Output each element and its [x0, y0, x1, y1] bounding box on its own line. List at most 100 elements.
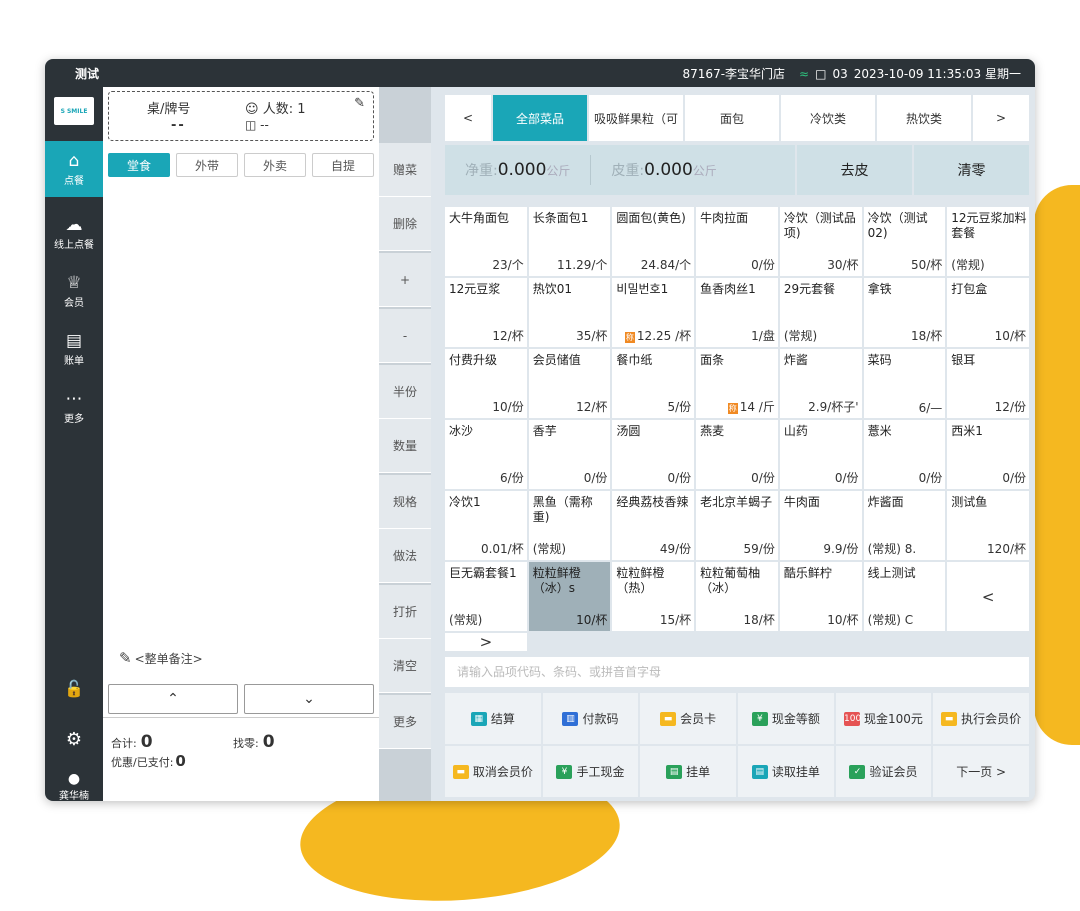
function-button[interactable]: ▥ 付款码 — [542, 693, 639, 744]
product-tile[interactable]: 冷饮（测试品项) 30/杯 — [779, 207, 862, 276]
function-button[interactable]: ▬ 取消会员价 — [445, 746, 541, 797]
product-search-input[interactable] — [455, 664, 1029, 680]
product-price-value: 0/份 — [667, 471, 692, 485]
scroll-up-button[interactable]: ⌃ — [108, 684, 238, 714]
product-page-next-button[interactable]: > — [445, 633, 527, 651]
gift-item-button[interactable]: 赠菜 — [379, 143, 431, 197]
nav-item-order[interactable]: ⌂ 点餐 — [45, 141, 103, 197]
product-tile[interactable]: 薏米 0/份 — [863, 420, 946, 489]
more-actions-button[interactable]: 更多 — [379, 695, 431, 749]
user-profile[interactable]: ● 龚华楠 — [45, 771, 103, 801]
product-tile[interactable]: 冰沙 6/份 — [445, 420, 527, 489]
discount-button[interactable]: 打折 — [379, 585, 431, 639]
product-tile[interactable]: 牛肉面 9.9/份 — [779, 491, 862, 560]
product-tile[interactable]: 粒粒葡萄柚（冰） 18/杯 — [696, 562, 778, 631]
product-tile[interactable]: 会员储值 12/杯 — [528, 349, 611, 418]
spec-button[interactable]: 规格 — [379, 475, 431, 529]
function-button[interactable]: ¥ 手工现金 — [542, 746, 639, 797]
clear-button[interactable]: 清空 — [379, 639, 431, 693]
nav-item-bill[interactable]: ▤ 账单 — [45, 321, 103, 377]
tab-next-button[interactable]: > — [973, 95, 1029, 141]
zero-button[interactable]: 清零 — [914, 145, 1029, 195]
nav-item-more[interactable]: ⋯ 更多 — [45, 379, 103, 435]
product-tile[interactable]: 燕麦 0/份 — [696, 420, 778, 489]
product-tile[interactable]: 测试鱼 120/杯 — [947, 491, 1029, 560]
product-tile[interactable]: 面条称 14 /斤 — [696, 349, 778, 418]
function-button[interactable]: 下一页 > — [933, 746, 1029, 797]
product-tile[interactable]: 巨无霸套餐1 (常规) — [445, 562, 527, 631]
top-bar: 测试 87167-李宝华门店 ≈ □ 03 2023-10-09 11:35:0… — [45, 59, 1035, 87]
product-tile[interactable]: 菜码 6/— — [863, 349, 946, 418]
product-price-value: 12/杯 — [492, 329, 524, 343]
seat-value: -- — [260, 118, 269, 132]
product-tile[interactable]: 打包盒 10/杯 — [947, 278, 1029, 347]
cooking-method-button[interactable]: 做法 — [379, 529, 431, 583]
function-button[interactable]: ▤ 挂单 — [640, 746, 736, 797]
product-tile[interactable]: 大牛角面包 23/个 — [445, 207, 527, 276]
product-page-prev-button[interactable]: < — [947, 562, 1029, 631]
product-price: 1/盘 — [751, 327, 775, 344]
product-tile[interactable]: 牛肉拉面 0/份 — [696, 207, 778, 276]
tare-button[interactable]: 去皮 — [797, 145, 912, 195]
product-tile[interactable]: 拿铁 18/杯 — [863, 278, 946, 347]
function-button[interactable]: ▦ 结算 — [445, 693, 541, 744]
tab-prev-button[interactable]: < — [445, 95, 491, 141]
tab-all-items[interactable]: 全部菜品 — [493, 95, 587, 141]
function-button[interactable]: ▬ 会员卡 — [640, 693, 736, 744]
function-button[interactable]: ✓ 验证会员 — [835, 746, 932, 797]
product-tile[interactable]: 29元套餐 (常规) — [779, 278, 862, 347]
delete-button[interactable]: 删除 — [379, 197, 431, 251]
product-tile[interactable]: 炸酱面 (常规) 8. — [863, 491, 946, 560]
product-tile[interactable]: 粒粒鲜橙（冰）s 10/杯 — [528, 562, 611, 631]
decrease-button[interactable]: - — [379, 309, 431, 363]
function-button[interactable]: ¥ 现金等额 — [737, 693, 834, 744]
table-info-box[interactable]: 桌/牌号 -- ☺ 人数: 1 ◫ -- ✎ — [108, 91, 374, 141]
product-tile[interactable]: 付费升级 10/份 — [445, 349, 527, 418]
product-tile[interactable]: 香芋 0/份 — [528, 420, 611, 489]
product-tile[interactable]: 线上测试 (常规) C — [863, 562, 946, 631]
nav-item-online-order[interactable]: ☁ 线上点餐 — [45, 205, 103, 261]
product-tile[interactable]: 老北京羊蝎子 59/份 — [696, 491, 778, 560]
product-tile[interactable]: 长条面包1 11.29/个 — [528, 207, 611, 276]
nav-item-member[interactable]: ♕ 会员 — [45, 263, 103, 319]
edit-icon[interactable]: ✎ — [354, 96, 365, 111]
product-tile[interactable]: 汤圆 0/份 — [612, 420, 695, 489]
tab-bread[interactable]: 面包 — [685, 95, 779, 141]
product-tile[interactable]: 经典荔枝香辣 49/份 — [612, 491, 695, 560]
product-tile[interactable]: 冷饮（测试02) 50/杯 — [863, 207, 946, 276]
tab-fruit-drinks[interactable]: 吸吸鲜果粒（可 — [589, 95, 683, 141]
tab-hot-drinks[interactable]: 热饮类 — [877, 95, 971, 141]
order-note[interactable]: ✎ <整单备注> — [119, 649, 203, 667]
product-tile[interactable]: 12元豆浆加料套餐 (常规) — [947, 207, 1029, 276]
product-tile[interactable]: 银耳 12/份 — [947, 349, 1029, 418]
mode-pickup[interactable]: 自提 — [312, 153, 374, 177]
product-tile[interactable]: 비밀번호1 称 12.25 /杯 — [612, 278, 695, 347]
lock-icon[interactable]: 🔓 — [45, 679, 103, 698]
product-tile[interactable]: 粒粒鲜橙（热） 15/杯 — [612, 562, 695, 631]
quantity-button[interactable]: 数量 — [379, 419, 431, 473]
product-tile[interactable]: 12元豆浆 12/杯 — [445, 278, 527, 347]
product-tile[interactable]: 黑鱼（需称重) (常规) — [528, 491, 611, 560]
mode-delivery[interactable]: 外卖 — [244, 153, 306, 177]
product-tile[interactable]: 餐巾纸 5/份 — [612, 349, 695, 418]
product-tile[interactable]: 热饮01 35/杯 — [528, 278, 611, 347]
product-tile[interactable]: 炸酱 2.9/杯子' — [779, 349, 862, 418]
mode-dine-in[interactable]: 堂食 — [108, 153, 170, 177]
function-button[interactable]: ▬ 执行会员价 — [933, 693, 1029, 744]
product-tile[interactable]: 山药 0/份 — [779, 420, 862, 489]
product-tile[interactable]: 西米1 0/份 — [947, 420, 1029, 489]
product-tile[interactable]: 酷乐鲜柠 10/杯 — [779, 562, 862, 631]
half-portion-button[interactable]: 半份 — [379, 365, 431, 419]
function-button[interactable]: ▤ 读取挂单 — [737, 746, 834, 797]
scroll-down-button[interactable]: ⌄ — [244, 684, 374, 714]
product-price-value: 14 /斤 — [739, 400, 775, 414]
increase-button[interactable]: + — [379, 253, 431, 307]
chevron-up-icon: ⌃ — [167, 691, 179, 707]
function-button[interactable]: 100 现金100元 — [835, 693, 932, 744]
mode-takeaway[interactable]: 外带 — [176, 153, 238, 177]
product-tile[interactable]: 冷饮1 0.01/杯 — [445, 491, 527, 560]
tab-cold-drinks[interactable]: 冷饮类 — [781, 95, 875, 141]
product-tile[interactable]: 鱼香肉丝1 1/盘 — [696, 278, 778, 347]
product-tile[interactable]: 圆面包(黄色) 24.84/个 — [612, 207, 695, 276]
settings-gear-icon[interactable]: ⚙ — [45, 729, 103, 750]
